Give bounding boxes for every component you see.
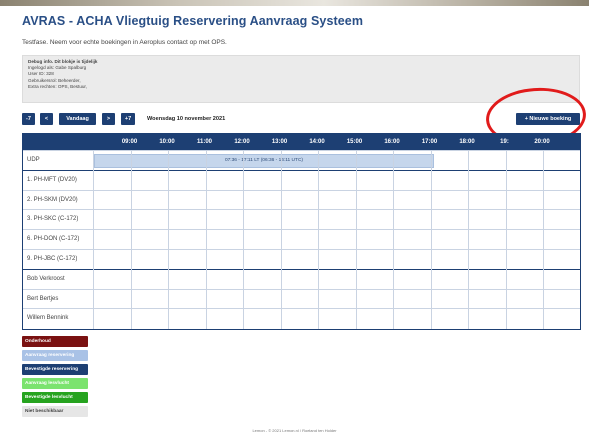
header-banner-image [0,0,589,6]
hour-label: 18:00 [459,139,475,145]
hour-label: 13:00 [271,139,288,145]
footer-credit: Lemon - © 2021 Lemon.nl / Roeland ten Ho… [252,428,337,433]
hour-label: 19: [500,139,509,145]
schedule-grid: 09:00 10:00 11:00 12:00 13:00 14:00 15:0… [22,133,581,330]
legend-item-bevestigde-reservering: Bevestigde reservering [22,364,88,375]
legend-item-aanvraag-lesvlucht: Aanvraag lesvlucht [22,378,88,389]
grid-column-line [205,150,207,329]
page-title: AVRAS - ACHA Vliegtuig Reservering Aanvr… [22,14,364,28]
resource-label: Bert Bertjes [27,295,59,302]
hour-label: 12:00 [234,139,250,145]
hour-label: 14:00 [309,139,325,145]
next-day-button[interactable]: > [102,113,115,125]
grid-column-line [168,150,169,329]
resource-row[interactable]: UDP 07:36 - 17:11 LT (06:36 - 16:11 UTC) [23,150,580,170]
resource-label: 1. PH-MFT (DV20) [27,176,77,183]
resource-label: Willem Bennink [27,315,69,322]
resource-row[interactable]: 2. PH-SKM (DV20) [23,189,580,210]
resource-label: UDP [27,157,40,163]
resource-label: Bob Verkroost [27,275,65,282]
hour-label: 16:00 [384,139,400,145]
resource-row[interactable]: 3. PH-SKC (C-172) [23,209,580,229]
prev-day-button[interactable]: < [40,113,53,125]
current-date: Woensdag 10 november 2021 [147,116,226,122]
resource-row[interactable]: Willem Bennink [23,308,580,328]
resource-row[interactable]: 1. PH-MFT (DV20) [23,169,580,190]
grid-column-line [430,150,432,329]
resource-row[interactable]: Bert Bertjes [23,288,580,309]
debug-line: Extra rechten: OPS, Bestuur, [28,83,87,89]
new-booking-button[interactable]: + Nieuwe boeking [516,113,580,125]
booking-block[interactable]: 07:36 - 17:11 LT (06:36 - 16:11 UTC) [94,154,434,168]
grid-column-line [543,150,544,329]
today-button[interactable]: Vandaag [59,113,96,125]
grid-column-line [280,150,282,329]
grid-column-line [130,150,132,329]
grid-column-line [318,150,319,329]
resource-label: 2. PH-SKM (DV20) [27,196,78,203]
resource-row[interactable]: 9. PH-JBC (C-172) [23,249,580,269]
hour-label: 20:00 [534,139,550,145]
grid-column-line [243,150,244,329]
hour-label: 11:00 [196,139,212,145]
legend-item-niet-beschikbaar: Niet beschikbaar [22,406,88,417]
hour-label: 17:00 [421,139,438,145]
hour-label: 09:00 [121,139,138,145]
hour-label: 15:00 [346,139,363,145]
legend-item-onderhoud: Onderhoud [22,336,88,347]
resource-label: 6. PH-DON (C-172) [27,236,80,243]
grid-column-line [393,150,394,329]
legend-item-aanvraag-reservering: Aanvraag reservering [22,350,88,361]
hour-label: 10:00 [159,139,175,145]
debug-info-panel: Debug info. Dit blokje is tijdelijk Inge… [22,55,580,103]
grid-column-line [505,150,507,329]
next-week-button[interactable]: +7 [121,113,135,125]
legend-item-bevestigde-lesvlucht: Bevestigde lesvlucht [22,392,88,403]
resource-label: 9. PH-JBC (C-172) [27,256,78,262]
resource-row[interactable]: 6. PH-DON (C-172) [23,229,580,249]
prev-week-button[interactable]: -7 [22,113,35,125]
schedule-header: 09:00 10:00 11:00 12:00 13:00 14:00 15:0… [23,134,580,150]
grid-column-line [468,150,469,329]
page-subtitle: Testfase. Neem voor echte boekingen in A… [22,39,227,46]
grid-column-line [93,150,94,329]
resource-label: 3. PH-SKC (C-172) [27,216,79,223]
grid-column-line [355,150,357,329]
resource-row[interactable]: Bob Verkroost [23,268,580,289]
